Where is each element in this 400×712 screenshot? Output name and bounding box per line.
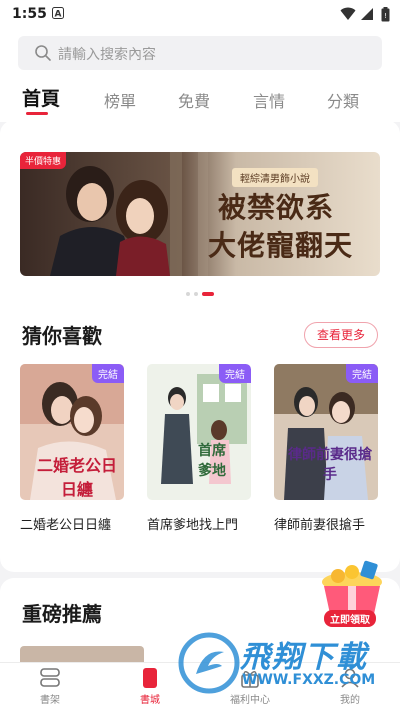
book-cover-title: 二婚老公日日纏: [36, 456, 117, 499]
tab-rankings[interactable]: 榜單: [104, 88, 136, 112]
carousel-dot-active: [202, 292, 214, 296]
nav-bookstore[interactable]: 書城: [120, 667, 180, 706]
tab-free[interactable]: 免費: [178, 88, 210, 112]
battery-icon: !: [381, 7, 390, 26]
see-more-button[interactable]: 查看更多: [304, 322, 378, 348]
promo-banner[interactable]: 半價特惠 輕綜清男飾小說 被禁欲系 大佬寵翻天: [20, 152, 380, 276]
tab-home-label: 首頁: [22, 88, 61, 110]
home-content-card: 半價特惠 輕綜清男飾小說 被禁欲系 大佬寵翻天 猜你喜歡 查看更多 二婚老公日日…: [0, 120, 400, 572]
tab-romance[interactable]: 言情: [253, 88, 285, 112]
book-cover: 首席爹地 完結: [147, 364, 251, 500]
tab-romance-label: 言情: [253, 92, 286, 111]
nav-bookshelf-label: 書架: [40, 695, 60, 706]
wifi-icon: [340, 7, 356, 25]
carousel-dot: [186, 292, 190, 296]
banner-title-line1: 被禁欲系: [218, 191, 335, 224]
tab-active-indicator: [26, 112, 48, 115]
nav-bookshelf[interactable]: 書架: [20, 667, 80, 706]
watermark-logo-icon: [178, 632, 240, 694]
signal-icon: [360, 7, 374, 25]
completed-badge: 完結: [92, 364, 124, 383]
nav-bookstore-label: 書城: [140, 695, 160, 706]
header: 請輸入搜索內容 首頁 榜單 免費 言情 分類: [0, 28, 400, 122]
site-watermark: 飛翔下載 WWW.FXXZ.COM: [176, 628, 400, 700]
svg-text:A: A: [55, 10, 62, 20]
banner-promo-tag: 半價特惠: [20, 152, 67, 169]
svg-text:!: !: [384, 12, 387, 20]
book-card[interactable]: 律師前妻很搶手 完結 律師前妻很搶手: [274, 364, 378, 533]
book-title: 首席爹地找上門: [147, 518, 239, 533]
tab-categories-label: 分類: [327, 92, 360, 111]
tab-free-label: 免費: [178, 92, 211, 111]
notification-a-icon: A: [52, 7, 64, 23]
book-cover-title: 首席爹地: [198, 443, 226, 479]
status-bar: 1:55 A !: [0, 0, 400, 28]
carousel-dot: [194, 292, 198, 296]
gift-floating-button[interactable]: 立即領取: [312, 552, 392, 628]
search-placeholder: 請輸入搜索內容: [58, 47, 156, 63]
book-title: 二婚老公日日纏: [20, 518, 112, 533]
section-title-recommend: 重磅推薦: [22, 602, 102, 626]
watermark-url: WWW.FXXZ.COM: [242, 672, 376, 688]
tab-home[interactable]: 首頁: [22, 84, 61, 115]
completed-badge: 完結: [219, 364, 251, 383]
book-card[interactable]: 二婚老公日日纏 完結 二婚老公日日纏: [20, 364, 124, 533]
book-cover: 律師前妻很搶手 完結: [274, 364, 378, 500]
bookshelf-icon: [39, 667, 61, 689]
completed-badge: 完結: [346, 364, 378, 383]
banner-title-line2: 大佬寵翻天: [208, 229, 354, 262]
status-time: 1:55: [12, 6, 47, 22]
book-card[interactable]: 首席爹地 完結 首席爹地找上門: [147, 364, 251, 533]
book-title: 律師前妻很搶手: [274, 518, 366, 533]
tab-rankings-label: 榜單: [104, 92, 137, 111]
search-input[interactable]: 請輸入搜索內容: [18, 36, 382, 70]
banner-subtitle: 輕綜清男飾小說: [232, 168, 318, 187]
book-cover: 二婚老公日日纏 完結: [20, 364, 124, 500]
watermark-text: 飛翔下載: [240, 640, 368, 675]
book-cover-title: 律師前妻很搶手: [288, 447, 372, 483]
gift-claim-label: 立即領取: [324, 610, 376, 627]
bookstore-icon: [139, 667, 161, 689]
tab-categories[interactable]: 分類: [327, 88, 359, 112]
section-title-guess: 猜你喜歡: [22, 324, 102, 348]
search-icon: [34, 44, 52, 66]
